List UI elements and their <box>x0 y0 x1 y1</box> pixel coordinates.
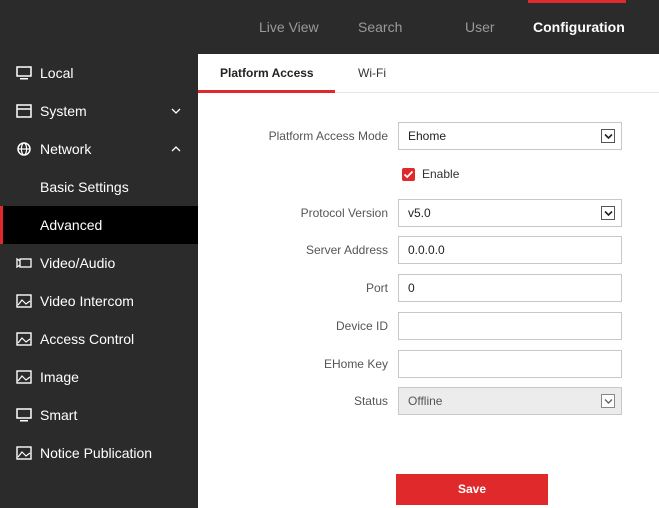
sidebar-item-network[interactable]: Network <box>0 130 198 168</box>
sidebar-item-basic-settings[interactable]: Basic Settings <box>0 168 198 206</box>
dropdown-arrow-icon <box>601 206 615 220</box>
active-item-marker <box>0 206 3 244</box>
sidebar-item-label: Video/Audio <box>40 255 116 271</box>
tab-wifi[interactable]: Wi-Fi <box>358 66 386 80</box>
sidebar-item-system[interactable]: System <box>0 92 198 130</box>
status-select: Offline <box>398 387 622 415</box>
tab-active-indicator <box>198 90 335 93</box>
save-button[interactable]: Save <box>396 474 548 505</box>
image-icon <box>16 370 32 384</box>
dropdown-arrow-icon <box>601 394 615 408</box>
main-content: Platform Access Wi-Fi Platform Access Mo… <box>198 54 659 508</box>
sidebar-item-label: Access Control <box>40 331 135 347</box>
port-label: Port <box>365 281 388 295</box>
nav-live-view[interactable]: Live View <box>259 0 319 54</box>
chevron-up-icon <box>171 146 181 152</box>
port-value: 0 <box>408 281 415 295</box>
checkmark-icon <box>403 170 414 179</box>
nav-configuration[interactable]: Configuration <box>533 0 625 54</box>
sidebar-item-label: Advanced <box>40 217 103 233</box>
protocol-version-select[interactable]: v5.0 <box>398 199 622 227</box>
sidebar-item-label: Image <box>40 369 79 385</box>
nav-search[interactable]: Search <box>358 0 402 54</box>
enable-checkbox[interactable] <box>402 168 415 181</box>
enable-label: Enable <box>422 167 460 181</box>
status-value: Offline <box>408 394 443 408</box>
sidebar-item-label: Basic Settings <box>40 179 129 195</box>
globe-icon <box>17 142 31 156</box>
nav-active-indicator <box>528 0 626 3</box>
protocol-version-value: v5.0 <box>408 206 431 220</box>
tab-bar: Platform Access Wi-Fi <box>198 54 659 93</box>
sidebar-item-label: Network <box>40 141 92 157</box>
protocol-version-label: Protocol Version <box>300 206 388 220</box>
server-address-value: 0.0.0.0 <box>408 243 445 257</box>
camera-icon <box>16 257 32 269</box>
monitor-icon <box>16 408 32 422</box>
monitor-icon <box>16 66 32 80</box>
chevron-down-icon <box>171 108 181 114</box>
tab-platform-access[interactable]: Platform Access <box>220 66 314 80</box>
app-window: Live View Search User Configuration Loca… <box>0 0 659 508</box>
platform-access-mode-select[interactable]: Ehome <box>398 122 622 150</box>
top-navigation-bar: Live View Search User Configuration <box>0 0 659 54</box>
image-icon <box>16 294 32 308</box>
sidebar-item-image[interactable]: Image <box>0 358 198 396</box>
sidebar-item-smart[interactable]: Smart <box>0 396 198 434</box>
sidebar-item-video-audio[interactable]: Video/Audio <box>0 244 198 282</box>
device-id-input[interactable] <box>398 312 622 340</box>
platform-access-mode-label: Platform Access Mode <box>268 129 388 143</box>
image-icon <box>16 332 32 346</box>
image-icon <box>16 446 32 460</box>
dropdown-arrow-icon <box>601 129 615 143</box>
ehome-key-label: EHome Key <box>323 357 388 371</box>
sidebar-item-notice-publication[interactable]: Notice Publication <box>0 434 198 472</box>
server-address-label: Server Address <box>305 243 388 257</box>
device-id-label: Device ID <box>335 319 388 333</box>
server-address-input[interactable]: 0.0.0.0 <box>398 236 622 264</box>
platform-access-mode-value: Ehome <box>408 129 447 143</box>
sidebar: Local System Network Basic Settings Adva… <box>0 54 198 508</box>
sidebar-item-local[interactable]: Local <box>0 54 198 92</box>
sidebar-item-label: Video Intercom <box>40 293 134 309</box>
sidebar-item-video-intercom[interactable]: Video Intercom <box>0 282 198 320</box>
sidebar-item-label: Smart <box>40 407 78 423</box>
sidebar-item-label: Local <box>40 65 74 81</box>
nav-user[interactable]: User <box>465 0 495 54</box>
sidebar-item-label: Notice Publication <box>40 445 153 461</box>
window-icon <box>16 104 32 118</box>
ehome-key-input[interactable] <box>398 350 622 378</box>
status-label: Status <box>353 394 388 408</box>
sidebar-item-advanced[interactable]: Advanced <box>0 206 198 244</box>
port-input[interactable]: 0 <box>398 274 622 302</box>
sidebar-item-label: System <box>40 103 87 119</box>
sidebar-item-access-control[interactable]: Access Control <box>0 320 198 358</box>
